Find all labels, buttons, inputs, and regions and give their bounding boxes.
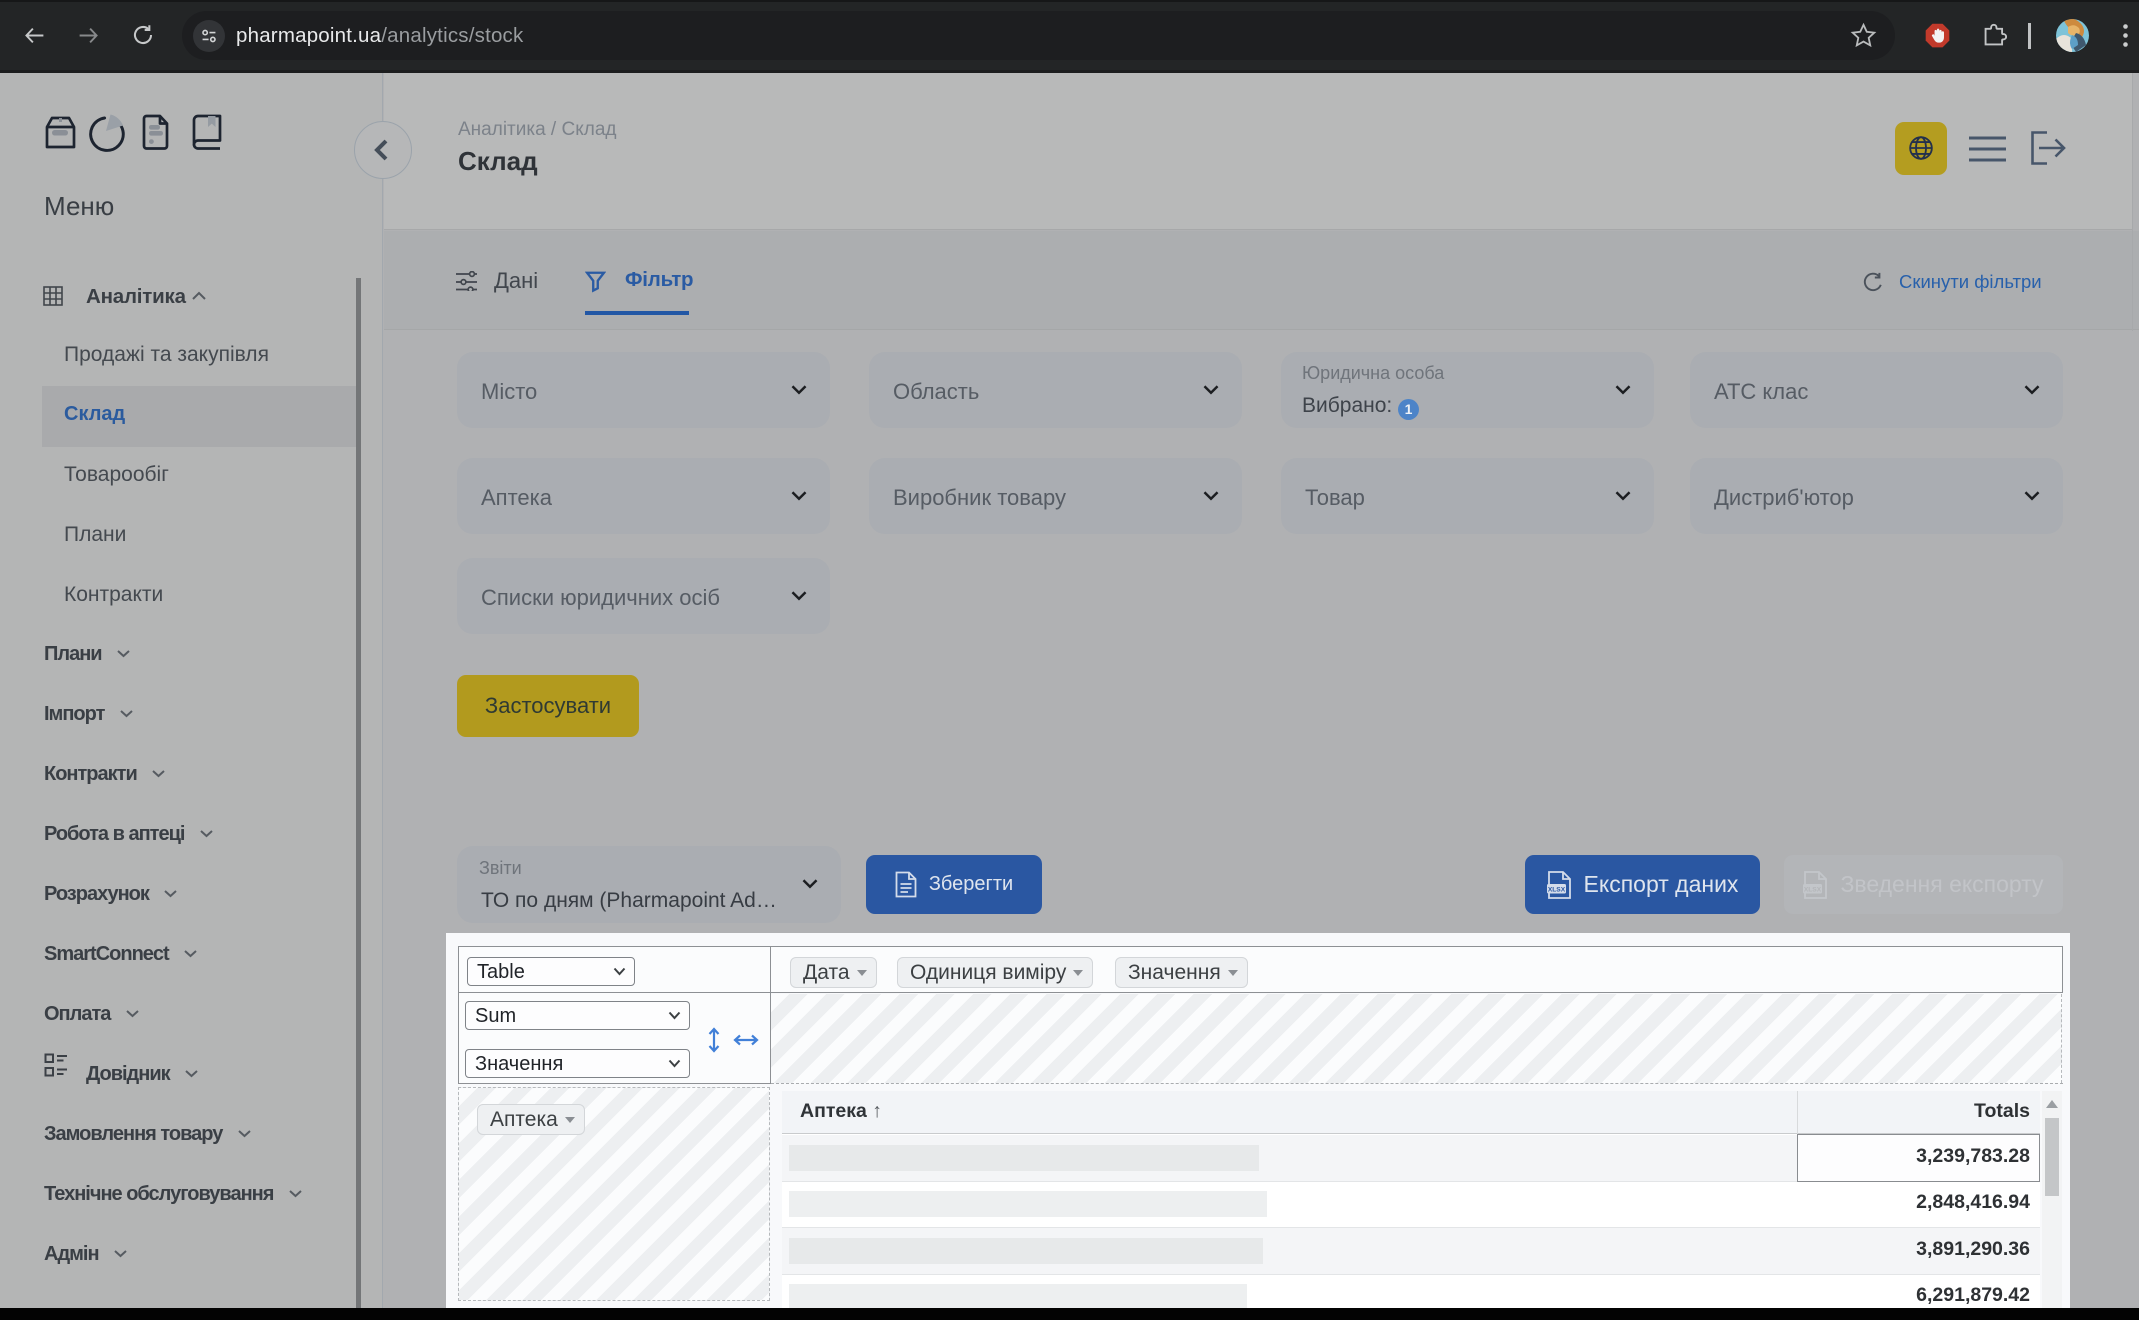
svg-text:XLSX: XLSX	[1547, 886, 1565, 893]
svg-text:XLSX: XLSX	[1804, 886, 1822, 893]
